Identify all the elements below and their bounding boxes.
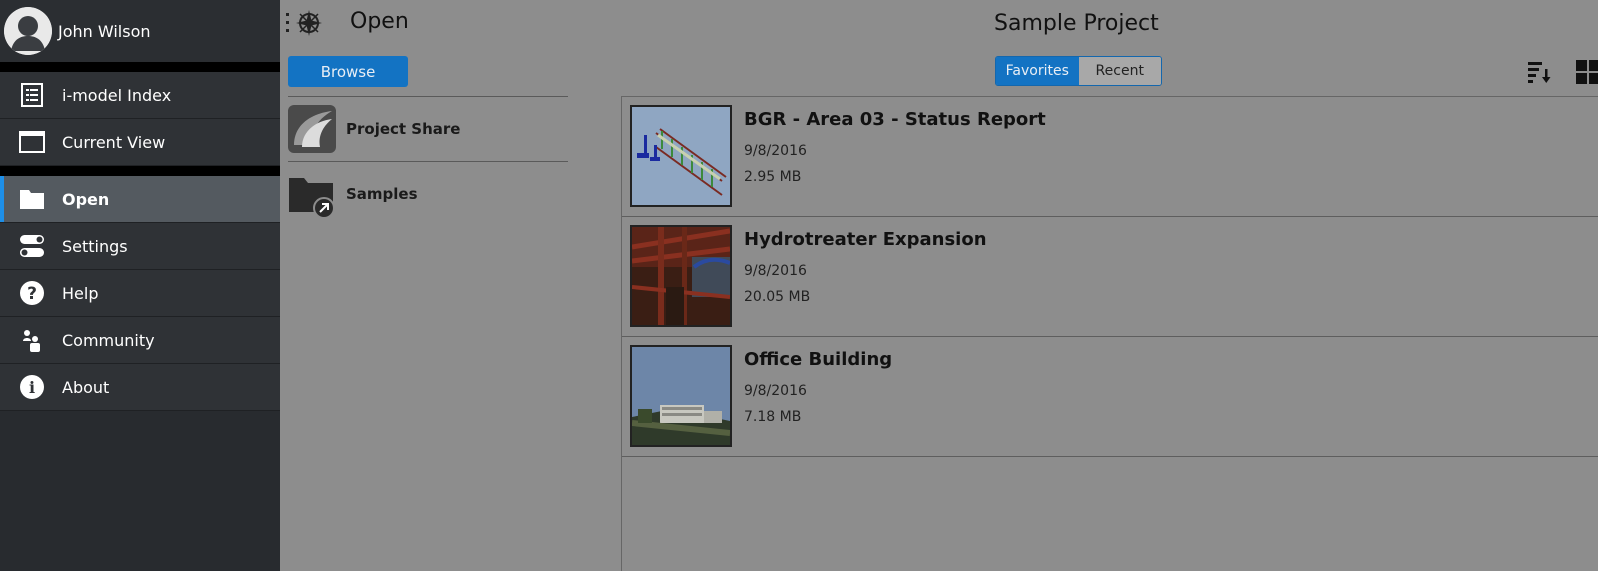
favorites-recent-toggle: Favorites Recent (995, 56, 1162, 86)
file-size: 7.18 MB (744, 409, 802, 425)
file-date: 9/8/2016 (744, 263, 807, 279)
samples-folder-icon (288, 170, 336, 219)
user-name: John Wilson (58, 21, 151, 41)
user-profile[interactable]: John Wilson (0, 0, 280, 62)
sidebar-item-imodel-index[interactable]: i-model Index (0, 72, 280, 119)
avatar[interactable] (4, 7, 52, 55)
source-list: Project Share Samples (288, 96, 568, 226)
main-panel: Open Sample Project Browse Favorites Rec… (280, 0, 1598, 571)
sidebar-item-current-view[interactable]: Current View (0, 119, 280, 166)
file-row-hydrotreater[interactable]: Hydrotreater Expansion 9/8/2016 20.05 MB (622, 217, 1598, 337)
sidebar-item-help[interactable]: ? Help (0, 270, 280, 317)
sidebar-item-label: i-model Index (62, 85, 172, 105)
index-icon (19, 82, 45, 108)
file-name: Office Building (744, 349, 893, 370)
sidebar-item-label: Help (62, 283, 99, 303)
window-icon (19, 129, 45, 155)
file-size: 20.05 MB (744, 289, 811, 305)
folder-icon (19, 186, 45, 212)
file-row-bgr[interactable]: BGR - Area 03 - Status Report 9/8/2016 2… (622, 97, 1598, 217)
file-size: 2.95 MB (744, 169, 802, 185)
sidebar-divider (0, 62, 280, 72)
sort-icon[interactable] (1527, 60, 1553, 84)
svg-text:?: ? (27, 284, 37, 304)
sidebar-item-label: Settings (62, 236, 128, 256)
page-title: Open (350, 9, 409, 34)
menu-compass-icon[interactable] (286, 8, 326, 38)
file-date: 9/8/2016 (744, 143, 807, 159)
project-title: Sample Project (994, 11, 1159, 36)
source-label: Samples (346, 185, 418, 203)
sidebar-divider (0, 166, 280, 176)
file-thumbnail (630, 225, 732, 327)
sidebar-item-label: Open (62, 189, 110, 209)
sidebar-item-open[interactable]: Open (0, 176, 280, 223)
browse-button[interactable]: Browse (288, 56, 408, 87)
tab-favorites[interactable]: Favorites (996, 57, 1079, 85)
sidebar-item-label: Current View (62, 132, 166, 152)
info-icon: i (19, 374, 45, 400)
source-project-share[interactable]: Project Share (288, 96, 568, 161)
file-name: Hydrotreater Expansion (744, 229, 987, 250)
question-icon: ? (19, 280, 45, 306)
file-list: BGR - Area 03 - Status Report 9/8/2016 2… (621, 96, 1598, 571)
svg-text:i: i (29, 378, 35, 397)
file-row-office-building[interactable]: Office Building 9/8/2016 7.18 MB (622, 337, 1598, 457)
sidebar: John Wilson i-model Index Current View O… (0, 0, 280, 571)
people-icon (19, 327, 45, 353)
sidebar-item-community[interactable]: Community (0, 317, 280, 364)
source-label: Project Share (346, 120, 461, 138)
sidebar-item-label: Community (62, 330, 155, 350)
file-date: 9/8/2016 (744, 383, 807, 399)
toggle-icon (19, 233, 45, 259)
source-samples[interactable]: Samples (288, 161, 568, 226)
file-thumbnail (630, 105, 732, 207)
sidebar-item-settings[interactable]: Settings (0, 223, 280, 270)
sidebar-item-about[interactable]: i About (0, 364, 280, 411)
sidebar-item-label: About (62, 377, 110, 397)
grid-view-icon[interactable] (1575, 59, 1598, 85)
tab-recent[interactable]: Recent (1078, 57, 1161, 85)
file-thumbnail (630, 345, 732, 447)
file-name: BGR - Area 03 - Status Report (744, 109, 1046, 130)
project-share-icon (288, 105, 336, 153)
